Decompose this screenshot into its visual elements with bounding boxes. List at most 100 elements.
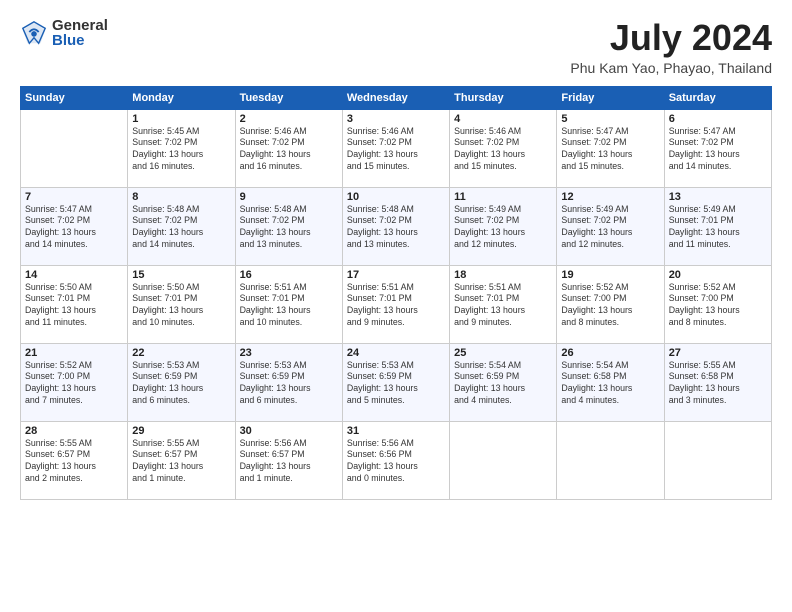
day-number: 15 xyxy=(132,269,230,281)
day-number: 4 xyxy=(454,113,552,125)
day-number: 28 xyxy=(25,425,123,437)
calendar-cell: 8Sunrise: 5:48 AM Sunset: 7:02 PM Daylig… xyxy=(128,187,235,265)
day-number: 30 xyxy=(240,425,338,437)
day-number: 1 xyxy=(132,113,230,125)
day-number: 31 xyxy=(347,425,445,437)
day-number: 29 xyxy=(132,425,230,437)
day-info: Sunrise: 5:53 AM Sunset: 6:59 PM Dayligh… xyxy=(132,360,230,408)
calendar-cell: 3Sunrise: 5:46 AM Sunset: 7:02 PM Daylig… xyxy=(342,109,449,187)
calendar-cell: 21Sunrise: 5:52 AM Sunset: 7:00 PM Dayli… xyxy=(21,343,128,421)
day-info: Sunrise: 5:52 AM Sunset: 7:00 PM Dayligh… xyxy=(669,282,767,330)
calendar-cell: 30Sunrise: 5:56 AM Sunset: 6:57 PM Dayli… xyxy=(235,421,342,499)
location: Phu Kam Yao, Phayao, Thailand xyxy=(570,60,772,76)
day-info: Sunrise: 5:54 AM Sunset: 6:59 PM Dayligh… xyxy=(454,360,552,408)
calendar-cell xyxy=(21,109,128,187)
calendar-cell: 4Sunrise: 5:46 AM Sunset: 7:02 PM Daylig… xyxy=(450,109,557,187)
calendar: SundayMondayTuesdayWednesdayThursdayFrid… xyxy=(20,86,772,500)
day-number: 7 xyxy=(25,191,123,203)
day-number: 8 xyxy=(132,191,230,203)
day-number: 14 xyxy=(25,269,123,281)
calendar-cell: 15Sunrise: 5:50 AM Sunset: 7:01 PM Dayli… xyxy=(128,265,235,343)
day-number: 25 xyxy=(454,347,552,359)
day-info: Sunrise: 5:50 AM Sunset: 7:01 PM Dayligh… xyxy=(25,282,123,330)
calendar-cell: 28Sunrise: 5:55 AM Sunset: 6:57 PM Dayli… xyxy=(21,421,128,499)
day-number: 2 xyxy=(240,113,338,125)
calendar-cell: 13Sunrise: 5:49 AM Sunset: 7:01 PM Dayli… xyxy=(664,187,771,265)
day-number: 11 xyxy=(454,191,552,203)
calendar-cell: 12Sunrise: 5:49 AM Sunset: 7:02 PM Dayli… xyxy=(557,187,664,265)
calendar-cell: 29Sunrise: 5:55 AM Sunset: 6:57 PM Dayli… xyxy=(128,421,235,499)
day-number: 22 xyxy=(132,347,230,359)
day-number: 17 xyxy=(347,269,445,281)
day-number: 27 xyxy=(669,347,767,359)
day-info: Sunrise: 5:45 AM Sunset: 7:02 PM Dayligh… xyxy=(132,126,230,174)
day-number: 6 xyxy=(669,113,767,125)
day-info: Sunrise: 5:47 AM Sunset: 7:02 PM Dayligh… xyxy=(669,126,767,174)
calendar-cell xyxy=(557,421,664,499)
day-number: 21 xyxy=(25,347,123,359)
calendar-cell: 16Sunrise: 5:51 AM Sunset: 7:01 PM Dayli… xyxy=(235,265,342,343)
day-number: 16 xyxy=(240,269,338,281)
page: General Blue July 2024 Phu Kam Yao, Phay… xyxy=(0,0,792,612)
day-info: Sunrise: 5:47 AM Sunset: 7:02 PM Dayligh… xyxy=(561,126,659,174)
day-number: 26 xyxy=(561,347,659,359)
calendar-cell: 22Sunrise: 5:53 AM Sunset: 6:59 PM Dayli… xyxy=(128,343,235,421)
day-info: Sunrise: 5:48 AM Sunset: 7:02 PM Dayligh… xyxy=(132,204,230,252)
logo-general: General xyxy=(52,18,108,33)
day-number: 12 xyxy=(561,191,659,203)
calendar-cell: 14Sunrise: 5:50 AM Sunset: 7:01 PM Dayli… xyxy=(21,265,128,343)
day-info: Sunrise: 5:52 AM Sunset: 7:00 PM Dayligh… xyxy=(561,282,659,330)
calendar-cell: 11Sunrise: 5:49 AM Sunset: 7:02 PM Dayli… xyxy=(450,187,557,265)
header: General Blue July 2024 Phu Kam Yao, Phay… xyxy=(20,18,772,76)
day-number: 9 xyxy=(240,191,338,203)
day-info: Sunrise: 5:47 AM Sunset: 7:02 PM Dayligh… xyxy=(25,204,123,252)
calendar-cell: 9Sunrise: 5:48 AM Sunset: 7:02 PM Daylig… xyxy=(235,187,342,265)
calendar-header-sunday: Sunday xyxy=(21,86,128,109)
calendar-cell: 19Sunrise: 5:52 AM Sunset: 7:00 PM Dayli… xyxy=(557,265,664,343)
calendar-cell: 7Sunrise: 5:47 AM Sunset: 7:02 PM Daylig… xyxy=(21,187,128,265)
day-info: Sunrise: 5:46 AM Sunset: 7:02 PM Dayligh… xyxy=(454,126,552,174)
day-info: Sunrise: 5:46 AM Sunset: 7:02 PM Dayligh… xyxy=(240,126,338,174)
calendar-cell: 2Sunrise: 5:46 AM Sunset: 7:02 PM Daylig… xyxy=(235,109,342,187)
day-info: Sunrise: 5:52 AM Sunset: 7:00 PM Dayligh… xyxy=(25,360,123,408)
day-info: Sunrise: 5:46 AM Sunset: 7:02 PM Dayligh… xyxy=(347,126,445,174)
day-number: 13 xyxy=(669,191,767,203)
month-title: July 2024 xyxy=(570,18,772,58)
calendar-cell: 17Sunrise: 5:51 AM Sunset: 7:01 PM Dayli… xyxy=(342,265,449,343)
day-number: 23 xyxy=(240,347,338,359)
calendar-week-2: 7Sunrise: 5:47 AM Sunset: 7:02 PM Daylig… xyxy=(21,187,772,265)
calendar-header-tuesday: Tuesday xyxy=(235,86,342,109)
day-info: Sunrise: 5:56 AM Sunset: 6:56 PM Dayligh… xyxy=(347,438,445,486)
calendar-cell: 27Sunrise: 5:55 AM Sunset: 6:58 PM Dayli… xyxy=(664,343,771,421)
day-info: Sunrise: 5:50 AM Sunset: 7:01 PM Dayligh… xyxy=(132,282,230,330)
calendar-cell: 25Sunrise: 5:54 AM Sunset: 6:59 PM Dayli… xyxy=(450,343,557,421)
calendar-cell: 18Sunrise: 5:51 AM Sunset: 7:01 PM Dayli… xyxy=(450,265,557,343)
calendar-week-3: 14Sunrise: 5:50 AM Sunset: 7:01 PM Dayli… xyxy=(21,265,772,343)
day-info: Sunrise: 5:56 AM Sunset: 6:57 PM Dayligh… xyxy=(240,438,338,486)
day-info: Sunrise: 5:55 AM Sunset: 6:58 PM Dayligh… xyxy=(669,360,767,408)
calendar-cell xyxy=(664,421,771,499)
calendar-header-row: SundayMondayTuesdayWednesdayThursdayFrid… xyxy=(21,86,772,109)
day-info: Sunrise: 5:49 AM Sunset: 7:01 PM Dayligh… xyxy=(669,204,767,252)
logo-text: General Blue xyxy=(52,18,108,48)
day-number: 5 xyxy=(561,113,659,125)
day-info: Sunrise: 5:53 AM Sunset: 6:59 PM Dayligh… xyxy=(240,360,338,408)
day-info: Sunrise: 5:49 AM Sunset: 7:02 PM Dayligh… xyxy=(454,204,552,252)
day-number: 19 xyxy=(561,269,659,281)
calendar-week-1: 1Sunrise: 5:45 AM Sunset: 7:02 PM Daylig… xyxy=(21,109,772,187)
day-number: 18 xyxy=(454,269,552,281)
calendar-header-wednesday: Wednesday xyxy=(342,86,449,109)
day-info: Sunrise: 5:48 AM Sunset: 7:02 PM Dayligh… xyxy=(240,204,338,252)
day-info: Sunrise: 5:51 AM Sunset: 7:01 PM Dayligh… xyxy=(347,282,445,330)
logo-icon xyxy=(20,19,48,47)
day-info: Sunrise: 5:55 AM Sunset: 6:57 PM Dayligh… xyxy=(25,438,123,486)
calendar-header-thursday: Thursday xyxy=(450,86,557,109)
calendar-header-friday: Friday xyxy=(557,86,664,109)
calendar-cell: 20Sunrise: 5:52 AM Sunset: 7:00 PM Dayli… xyxy=(664,265,771,343)
day-number: 24 xyxy=(347,347,445,359)
day-info: Sunrise: 5:54 AM Sunset: 6:58 PM Dayligh… xyxy=(561,360,659,408)
calendar-cell: 10Sunrise: 5:48 AM Sunset: 7:02 PM Dayli… xyxy=(342,187,449,265)
calendar-cell: 24Sunrise: 5:53 AM Sunset: 6:59 PM Dayli… xyxy=(342,343,449,421)
calendar-header-saturday: Saturday xyxy=(664,86,771,109)
calendar-week-4: 21Sunrise: 5:52 AM Sunset: 7:00 PM Dayli… xyxy=(21,343,772,421)
